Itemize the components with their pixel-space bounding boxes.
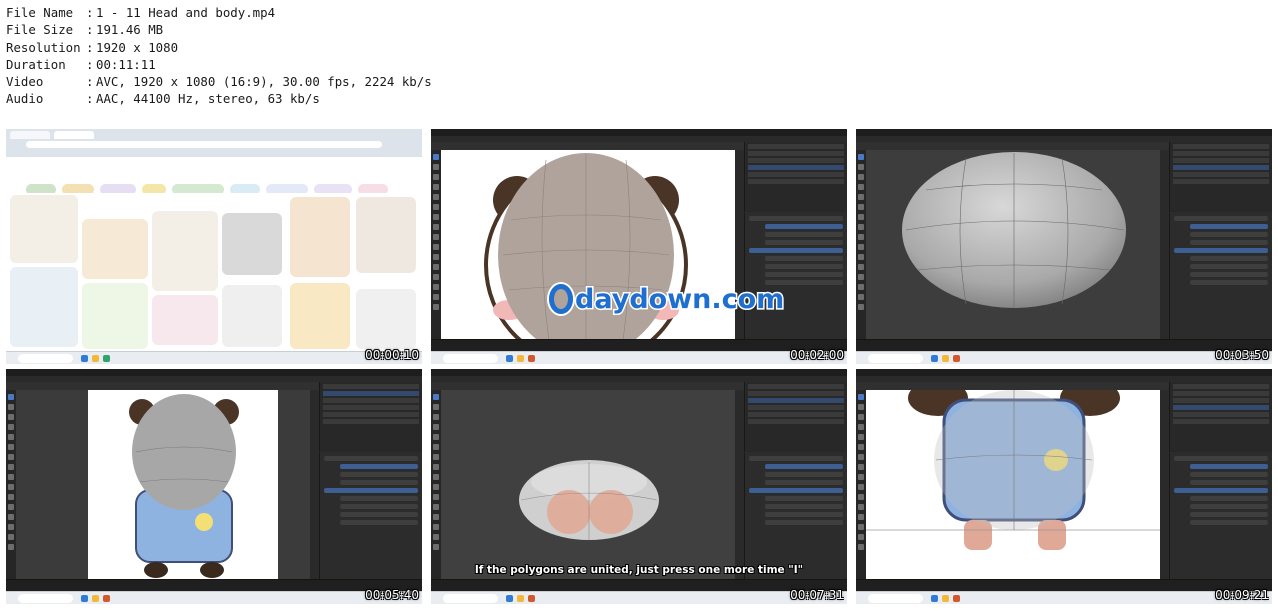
chibi-reference-art (88, 390, 278, 579)
info-row-file-size: File Size:191.46 MB (6, 22, 164, 38)
taskbar (856, 591, 1272, 604)
timestamp-3: 00:03:50 (1215, 348, 1269, 362)
properties-panel (744, 213, 847, 339)
daydown-watermark: daydown.com (549, 283, 786, 317)
subtitle-caption: If the polygons are united, just press o… (474, 564, 804, 576)
timestamp-6: 00:09:21 (1215, 588, 1269, 602)
timeline (6, 579, 422, 591)
timeline (856, 579, 1272, 591)
flattened-mesh-model (519, 460, 659, 540)
info-row-duration: Duration:00:11:11 (6, 56, 156, 72)
viewport (16, 390, 310, 579)
toolbar (856, 390, 866, 579)
timestamp-5: 00:07:31 (790, 588, 844, 602)
video-value: AVC, 1920 x 1080 (16:9), 30.00 fps, 2224… (96, 74, 432, 90)
pinterest-chips (6, 171, 422, 195)
taskbar (431, 351, 847, 364)
toolbar (856, 150, 866, 339)
timeline (431, 339, 847, 351)
head-mesh-model (902, 152, 1126, 308)
thumbnail-3[interactable]: 00:03:50 (856, 129, 1272, 364)
outliner (319, 382, 422, 452)
taskbar (6, 591, 422, 604)
resolution-value: 1920 x 1080 (96, 39, 179, 55)
outliner (1169, 382, 1272, 452)
taskbar (856, 351, 1272, 364)
info-row-file-name: File Name:1 - 11 Head and body.mp4 (6, 5, 276, 20)
thumbnail-5[interactable]: If the polygons are united, just press o… (431, 369, 847, 604)
file-size-value: 191.46 MB (96, 22, 164, 38)
viewport (866, 150, 1160, 339)
outliner (744, 382, 847, 452)
file-name-value: 1 - 11 Head and body.mp4 (96, 5, 276, 20)
timeline (431, 579, 847, 591)
watermark-logo-icon (549, 284, 573, 314)
toolbar (431, 390, 441, 579)
toolbar (431, 150, 441, 339)
pin-grid (6, 193, 422, 351)
properties-panel (744, 453, 847, 579)
toolbar (6, 390, 16, 579)
body-reference-art (866, 380, 1160, 550)
duration-value: 00:11:11 (96, 56, 156, 72)
timeline (856, 339, 1272, 351)
viewport (441, 390, 735, 579)
viewport (866, 380, 1160, 579)
info-row-video: Video: AVC, 1920 x 1080 (16:9), 30.00 fps… (6, 74, 432, 90)
audio-value: AAC, 44100 Hz, stereo, 63 kb/s (96, 91, 320, 107)
outliner (744, 142, 847, 212)
timestamp-1: 00:00:10 (365, 348, 419, 362)
info-row-resolution: Resolution:1920 x 1080 (6, 39, 179, 55)
thumbnail-4[interactable]: 00:05:40 (6, 369, 422, 604)
info-row-audio: Audio: AAC, 44100 Hz, stereo, 63 kb/s (6, 91, 320, 107)
timestamp-4: 00:05:40 (365, 588, 419, 602)
taskbar (6, 351, 422, 364)
thumbnail-2[interactable]: daydown.com 00:02:00 (431, 129, 847, 364)
outliner (1169, 142, 1272, 212)
thumbnail-6[interactable]: 00:09:21 (856, 369, 1272, 604)
taskbar (431, 591, 847, 604)
thumbnail-1[interactable]: 00:00:10 (6, 129, 422, 364)
pinterest-header (6, 157, 422, 196)
properties-panel (1169, 213, 1272, 339)
properties-panel (319, 453, 422, 579)
browser-chrome (6, 129, 422, 157)
properties-panel (1169, 453, 1272, 579)
timestamp-2: 00:02:00 (790, 348, 844, 362)
file-info: File Name:1 - 11 Head and body.mp4 File … (6, 4, 432, 108)
